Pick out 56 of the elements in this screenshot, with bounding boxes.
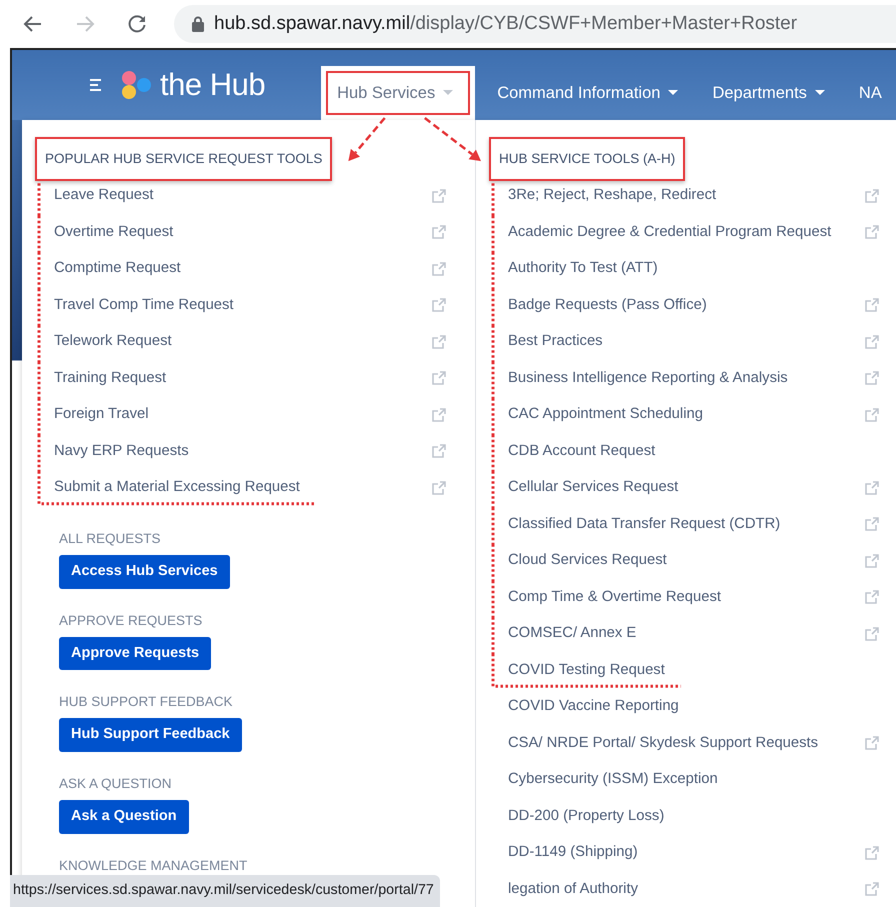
menu-link[interactable]: Comp Time & Overtime Request	[508, 586, 721, 608]
menu-link[interactable]: 3Re; Reject, Reshape, Redirect	[508, 184, 716, 207]
annotation-arrow	[424, 117, 481, 162]
section-label: KNOWLEDGE MANAGEMENT	[59, 856, 248, 875]
logo-icon	[120, 70, 152, 100]
lock-icon	[192, 16, 204, 32]
menu-link[interactable]: DD-1149 (Shipping)	[508, 841, 638, 864]
section-heading: POPULAR HUB SERVICE REQUEST TOOLS	[35, 137, 332, 182]
menu-link[interactable]: CDB Account Request	[508, 440, 656, 462]
url-path: /display/CYB/CSWF+Member+Master+Roster	[410, 12, 798, 34]
menu-link[interactable]: COVID Testing Request	[508, 658, 665, 682]
menu-link[interactable]: Navy ERP Requests	[54, 440, 189, 462]
section-label: ALL REQUESTS	[59, 530, 162, 548]
menu-link[interactable]: Submit a Material Excessing Request	[54, 476, 300, 499]
action-button[interactable]: Ask a Question	[59, 800, 189, 834]
section-heading: HUB SERVICE TOOLS (A-H)	[489, 137, 686, 182]
menu-link[interactable]: Telework Request	[54, 330, 172, 353]
menu-link[interactable]: legation of Authority	[508, 878, 638, 900]
link-status-tooltip: https://services.sd.spawar.navy.mil/servicedesk/customer/portal/77	[10, 874, 440, 907]
menu-link[interactable]: Foreign Travel	[54, 403, 149, 426]
menu-link[interactable]: Classified Data Transfer Request (CDTR)	[508, 512, 780, 536]
menu-link[interactable]: Cellular Services Request	[508, 476, 678, 499]
menu-link[interactable]: DD-200 (Property Loss)	[508, 804, 664, 828]
menu-link[interactable]: CAC Appointment Scheduling	[508, 403, 703, 426]
reload-icon	[127, 14, 147, 34]
annotation-arrow	[348, 117, 386, 162]
action-button[interactable]: Access Hub Services	[59, 554, 230, 588]
menu-link[interactable]: COVID Vaccine Reporting	[508, 695, 679, 718]
menu-link[interactable]: Cybersecurity (ISSM) Exception	[508, 768, 718, 791]
menu-icon[interactable]	[88, 78, 102, 92]
address-bar[interactable]: hub.sd.spawar.navy.mil/display/CYB/CSWF+Member+Master+Roster	[174, 5, 896, 43]
menu-link[interactable]: COMSEC/ Annex E	[508, 622, 636, 645]
nav-tab[interactable]: NA	[846, 66, 894, 120]
menu-link[interactable]: Comptime Request	[54, 257, 181, 280]
menu-link[interactable]: Overtime Request	[54, 220, 174, 244]
menu-link[interactable]: Travel Comp Time Request	[54, 294, 234, 316]
back-arrow-icon	[23, 14, 43, 34]
menu-link[interactable]: Leave Request	[54, 184, 154, 207]
url-host: hub.sd.spawar.navy.mil	[214, 12, 410, 34]
menu-link[interactable]: Training Request	[54, 366, 166, 390]
section-label: ASK A QUESTION	[59, 775, 173, 793]
section-label: APPROVE REQUESTS	[59, 612, 204, 630]
nav-tab[interactable]: Command Information	[485, 66, 690, 120]
menu-link[interactable]: Academic Degree & Credential Program Request	[508, 220, 832, 244]
nav-tab[interactable]: Departments	[700, 66, 837, 120]
menu-link[interactable]: Badge Requests (Pass Office)	[508, 294, 707, 316]
nav-tab[interactable]: Hub Services	[321, 66, 476, 120]
menu-link[interactable]: Authority To Test (ATT)	[508, 257, 658, 280]
section-label: HUB SUPPORT FEEDBACK	[59, 693, 234, 712]
menu-link[interactable]: CSA/ NRDE Portal/ Skydesk Support Requests	[508, 732, 818, 754]
menu-link[interactable]: Business Intelligence Reporting & Analysis	[508, 366, 788, 390]
action-button[interactable]: Approve Requests	[59, 636, 212, 670]
menu-link[interactable]: Cloud Services Request	[508, 549, 667, 572]
menu-link[interactable]: Best Practices	[508, 330, 603, 353]
logo-text: the Hub	[160, 66, 266, 104]
action-button[interactable]: Hub Support Feedback	[59, 718, 242, 752]
